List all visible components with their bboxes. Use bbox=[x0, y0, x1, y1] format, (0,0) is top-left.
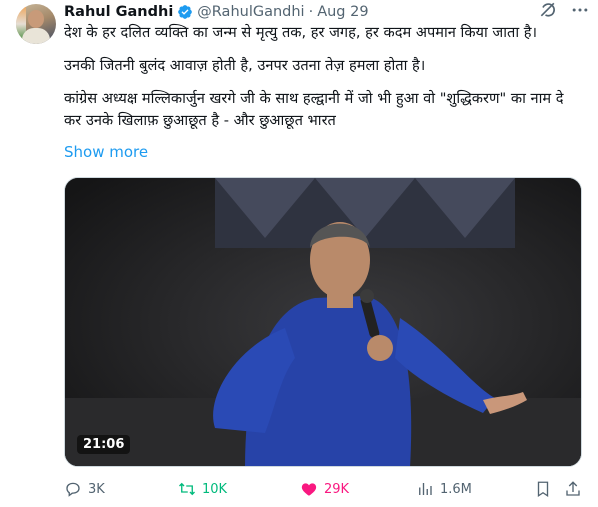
like-icon bbox=[301, 483, 317, 496]
tweet-text: देश के हर दलित व्यक्ति का जन्म से मृत्यु… bbox=[64, 22, 584, 132]
share-button[interactable] bbox=[564, 480, 588, 498]
tweet-line-1: देश के हर दलित व्यक्ति का जन्म से मृत्यु… bbox=[64, 24, 538, 41]
avatar-face bbox=[28, 10, 44, 28]
reply-count: 3K bbox=[88, 481, 105, 497]
like-count: 29K bbox=[324, 481, 350, 497]
reply-button[interactable]: 3K bbox=[64, 480, 105, 498]
tweet-line-3: कांग्रेस अध्यक्ष मल्लिकार्जुन खरगे जी के… bbox=[64, 90, 564, 129]
views-button[interactable]: 1.6M bbox=[416, 480, 472, 498]
video-player[interactable]: 21:06 bbox=[64, 177, 582, 467]
like-button[interactable]: 29K bbox=[300, 480, 349, 498]
share-icon bbox=[566, 481, 580, 496]
action-bar: 3K 10K 29K 1.6M bbox=[64, 480, 584, 502]
views-icon bbox=[419, 483, 432, 495]
video-duration: 21:06 bbox=[77, 435, 131, 454]
verified-badge-icon bbox=[177, 4, 193, 20]
author-handle[interactable]: @RahulGandhi bbox=[197, 4, 304, 20]
reply-icon bbox=[66, 482, 80, 497]
separator-dot: · bbox=[308, 4, 314, 20]
repost-button[interactable]: 10K bbox=[178, 480, 227, 498]
video-thumbnail bbox=[65, 178, 581, 466]
grok-icon[interactable] bbox=[538, 0, 558, 20]
tweet-date[interactable]: Aug 29 bbox=[317, 4, 368, 20]
repost-count: 10K bbox=[202, 481, 228, 497]
show-more-link[interactable]: Show more bbox=[64, 143, 148, 161]
tweet-line-2: उनकी जितनी बुलंद आवाज़ होती है, उनपर उतन… bbox=[64, 57, 426, 74]
avatar[interactable] bbox=[16, 4, 56, 44]
bookmark-icon bbox=[537, 481, 549, 498]
avatar-body bbox=[22, 28, 50, 44]
repost-icon bbox=[179, 482, 195, 496]
tweet-header: Rahul Gandhi @RahulGandhi · Aug 29 bbox=[64, 2, 590, 22]
author-name[interactable]: Rahul Gandhi bbox=[64, 4, 173, 20]
bookmark-button[interactable] bbox=[534, 480, 558, 498]
views-count: 1.6M bbox=[440, 481, 472, 497]
more-icon[interactable] bbox=[570, 0, 590, 20]
